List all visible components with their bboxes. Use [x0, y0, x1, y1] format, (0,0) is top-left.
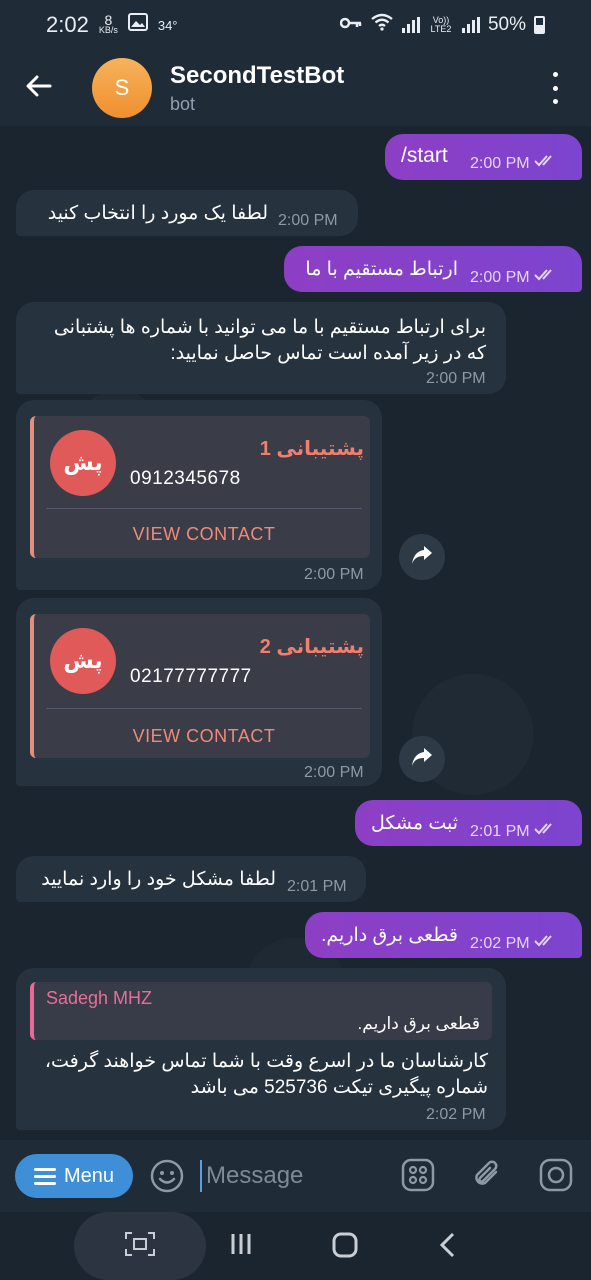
recents-icon[interactable]	[229, 1232, 253, 1261]
message-incoming[interactable]: لطفا یک مورد را انتخاب کنید 2:00 PM	[16, 190, 358, 236]
message-meta: 2:01 PM	[470, 822, 560, 841]
view-contact-button[interactable]: VIEW CONTACT	[34, 524, 374, 545]
temperature: 34°	[157, 17, 178, 33]
menu-label: Menu	[63, 1164, 115, 1187]
share-icon	[411, 545, 433, 570]
message-outgoing[interactable]: ارتباط مستقیم با ما 2:00 PM	[284, 246, 582, 292]
back-nav-icon[interactable]	[438, 1232, 458, 1263]
message-time: 2:00 PM	[426, 370, 486, 387]
message-time: 2:02 PM	[426, 1106, 486, 1123]
message-outgoing[interactable]: ثبت مشکل 2:01 PM	[355, 800, 582, 846]
message-text: لطفا یک مورد را انتخاب کنید	[47, 203, 268, 224]
attach-icon[interactable]	[470, 1158, 504, 1197]
message-text: قطعی برق داریم.	[321, 925, 458, 946]
message-outgoing[interactable]: /start 2:00 PM	[385, 134, 582, 180]
double-check-icon	[533, 934, 560, 953]
signal-icon	[401, 17, 420, 33]
chat-header: S SecondTestBot bot	[0, 50, 591, 126]
share-icon	[411, 747, 433, 772]
divider	[46, 708, 362, 709]
text-caret	[200, 1160, 202, 1192]
message-time: 2:00 PM	[304, 764, 364, 781]
message-text: ارتباط مستقیم با ما	[305, 259, 458, 280]
wifi-icon	[370, 13, 394, 37]
battery-percent: 50%	[487, 14, 526, 35]
message-input[interactable]	[206, 1158, 376, 1194]
message-incoming[interactable]: برای ارتباط مستقیم با ما می توانید با شم…	[16, 302, 506, 394]
status-bar: 2:02 8 KB/s 34° Vo)) LTE2 50%	[0, 0, 591, 50]
double-check-icon	[533, 154, 560, 173]
scan-icon	[125, 1231, 155, 1261]
message-meta: 2:02 PM	[470, 934, 560, 953]
key-icon	[339, 14, 362, 36]
contact-phone: 0912345678	[130, 468, 241, 489]
message-time: 2:00 PM	[304, 566, 364, 583]
reply-text: قطعی برق داریم.	[357, 1014, 480, 1033]
contact-name: پشتیبانی 2	[259, 636, 364, 658]
menu-icon	[33, 1167, 56, 1185]
message-meta: 2:00 PM	[470, 154, 560, 173]
message-line: برای ارتباط مستقیم با ما می توانید با شم…	[53, 317, 486, 338]
home-icon[interactable]	[332, 1232, 358, 1263]
chat-title-block[interactable]: SecondTestBot bot	[170, 62, 344, 115]
double-check-icon	[533, 822, 560, 841]
signal-icon-2	[461, 17, 480, 33]
message-time: 2:00 PM	[278, 212, 338, 229]
message-meta: 2:00 PM	[470, 268, 560, 287]
view-contact-button[interactable]: VIEW CONTACT	[34, 726, 374, 747]
arrow-left-icon	[26, 75, 52, 102]
chat-title: SecondTestBot	[170, 61, 345, 89]
contact-message[interactable]: پش پشتیبانی 1 0912345678 VIEW CONTACT 2:…	[16, 400, 382, 590]
message-line: کارشناسان ما در اسرع وقت با شما تماس خوا…	[44, 1051, 488, 1072]
message-text: لطفا مشکل خود را وارد نمایید	[41, 869, 276, 890]
emoji-icon[interactable]	[150, 1159, 184, 1198]
message-incoming[interactable]: لطفا مشکل خود را وارد نمایید 2:01 PM	[16, 856, 366, 902]
contact-avatar: پش	[50, 430, 116, 496]
contact-card[interactable]: پش پشتیبانی 2 02177777777 VIEW CONTACT	[30, 614, 370, 758]
double-check-icon	[533, 268, 560, 287]
message-time: 2:01 PM	[287, 878, 347, 895]
share-button[interactable]	[399, 736, 445, 782]
camera-icon[interactable]	[539, 1158, 573, 1197]
volte-indicator: Vo)) LTE2	[430, 15, 452, 34]
battery-icon	[534, 16, 545, 34]
chat-area[interactable]: /start 2:00 PM لطفا یک مورد را انتخاب کن…	[0, 126, 591, 1140]
message-incoming-reply[interactable]: Sadegh MHZ قطعی برق داریم. کارشناسان ما …	[16, 968, 506, 1130]
divider	[46, 508, 362, 509]
message-text: /start	[401, 144, 448, 167]
reply-author: Sadegh MHZ	[46, 988, 153, 1008]
system-nav-bar	[0, 1212, 591, 1280]
contact-name: پشتیبانی 1	[259, 438, 364, 460]
message-line: شماره پیگیری تیکت 525736 می باشد	[190, 1077, 488, 1098]
gallery-icon	[127, 13, 148, 37]
chat-subtitle: bot	[170, 93, 196, 114]
contact-message[interactable]: پش پشتیبانی 2 02177777777 VIEW CONTACT 2…	[16, 598, 382, 786]
net-speed: 8 KB/s	[98, 12, 118, 35]
contact-phone: 02177777777	[130, 666, 252, 687]
share-button[interactable]	[399, 534, 445, 580]
more-options-button[interactable]	[545, 72, 565, 104]
message-text: ثبت مشکل	[371, 813, 458, 834]
back-button[interactable]	[0, 50, 78, 126]
reply-quote[interactable]: Sadegh MHZ قطعی برق داریم.	[30, 982, 492, 1040]
status-time: 2:02	[46, 12, 89, 37]
bot-avatar[interactable]: S	[92, 58, 152, 118]
contact-card[interactable]: پش پشتیبانی 1 0912345678 VIEW CONTACT	[30, 416, 370, 558]
contact-avatar: پش	[50, 628, 116, 694]
message-outgoing[interactable]: قطعی برق داریم. 2:02 PM	[305, 912, 582, 958]
message-line: که در زیر آمده است تماس حاصل نمایید:	[170, 343, 486, 364]
screenshot-button[interactable]	[74, 1212, 206, 1280]
bot-menu-button[interactable]: Menu	[15, 1154, 133, 1198]
input-bar: Menu	[0, 1140, 591, 1212]
bot-commands-icon[interactable]	[401, 1158, 435, 1197]
